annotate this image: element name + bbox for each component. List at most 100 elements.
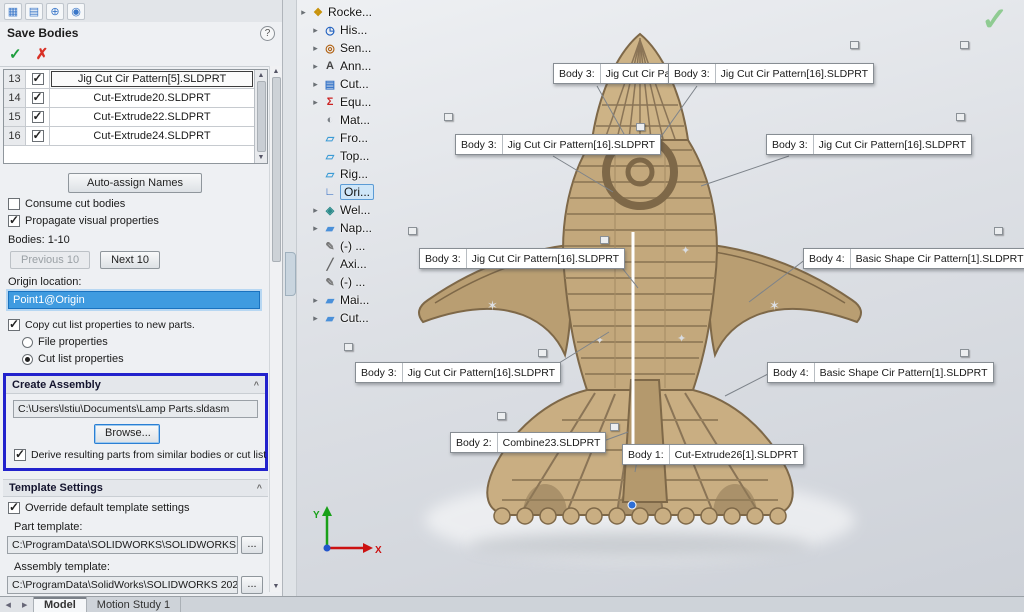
body-filename-cell[interactable]: Cut-Extrude24.SLDPRT <box>50 127 254 145</box>
previous-10-button[interactable]: Previous 10 <box>10 251 90 269</box>
callout-anchor-icon[interactable] <box>960 349 969 357</box>
file-properties-option[interactable]: File properties <box>22 336 262 348</box>
table-row: 14Cut-Extrude20.SLDPRT <box>4 89 254 108</box>
callout-filename[interactable]: Basic Shape Cir Pattern[1].SLDPRT <box>851 249 1024 268</box>
propagate-visual-option[interactable]: Propagate visual properties <box>8 215 262 227</box>
part-template-browse-button[interactable]: ... <box>241 536 263 554</box>
callout-filename[interactable]: Jig Cut Cir Patte <box>601 64 669 83</box>
callout-filename[interactable]: Jig Cut Cir Pattern[16].SLDPRT <box>716 64 873 83</box>
table-scrollbar[interactable]: ▲ ▼ <box>254 70 267 163</box>
scroll-right-icon[interactable]: ▶ <box>22 601 27 609</box>
next-10-button[interactable]: Next 10 <box>100 251 160 269</box>
callout-filename[interactable]: Jig Cut Cir Pattern[16].SLDPRT <box>467 249 624 268</box>
appearance-icon[interactable]: ◉ <box>67 3 85 20</box>
scroll-up-icon[interactable]: ▲ <box>273 68 280 75</box>
cancel-x-icon[interactable]: ✗ <box>36 45 49 63</box>
ok-check-icon[interactable]: ✓ <box>9 45 22 63</box>
body-filename-cell[interactable]: Cut-Extrude22.SLDPRT <box>50 108 254 126</box>
assembly-path-field[interactable]: C:\Users\lstiu\Documents\Lamp Parts.slda… <box>13 400 258 418</box>
callout-anchor-icon[interactable] <box>538 349 547 357</box>
copy-cutlist-checkbox[interactable] <box>8 319 20 331</box>
browse-button[interactable]: Browse... <box>94 424 160 444</box>
origin-location-field[interactable]: Point1@Origin <box>8 291 260 309</box>
body-callout[interactable]: Body 3:Jig Cut Cir Pattern[16].SLDPRT <box>419 248 625 269</box>
derive-parts-option[interactable]: Derive resulting parts from similar bodi… <box>14 449 257 461</box>
callout-anchor-icon[interactable] <box>956 113 965 121</box>
callout-filename[interactable]: Combine23.SLDPRT <box>498 433 606 452</box>
collapse-chevron-icon[interactable]: ^ <box>257 483 262 493</box>
display-pane-icon[interactable]: ▤ <box>25 3 43 20</box>
scroll-left-icon[interactable]: ◀ <box>6 601 11 609</box>
body-callout[interactable]: Body 3:Jig Cut Cir Pattern[16].SLDPRT <box>668 63 874 84</box>
create-assembly-header[interactable]: Create Assembly ^ <box>6 376 265 394</box>
scroll-down-icon[interactable]: ▼ <box>273 583 280 590</box>
callout-filename[interactable]: Jig Cut Cir Pattern[16].SLDPRT <box>503 135 660 154</box>
callout-anchor-icon[interactable] <box>850 41 859 49</box>
file-properties-radio[interactable] <box>22 337 33 348</box>
template-settings-header[interactable]: Template Settings ^ <box>3 479 268 497</box>
auto-assign-names-button[interactable]: Auto-assign Names <box>68 173 202 193</box>
body-callout[interactable]: Body 3:Jig Cut Cir Patte <box>553 63 669 84</box>
body-checkbox[interactable] <box>32 130 44 142</box>
callout-body-label: Body 3: <box>554 64 601 83</box>
cutlist-properties-radio[interactable] <box>22 354 33 365</box>
callout-anchor-icon[interactable] <box>610 423 619 431</box>
page-title: Save Bodies <box>7 26 78 40</box>
callout-anchor-icon[interactable] <box>636 123 645 131</box>
scroll-up-icon[interactable]: ▲ <box>258 72 265 79</box>
callout-filename[interactable]: Jig Cut Cir Pattern[16].SLDPRT <box>403 363 560 382</box>
callout-anchor-icon[interactable] <box>497 412 506 420</box>
callout-anchor-icon[interactable] <box>994 227 1003 235</box>
body-callout[interactable]: Body 3:Jig Cut Cir Pattern[16].SLDPRT <box>455 134 661 155</box>
assembly-template-browse-button[interactable]: ... <box>241 576 263 594</box>
callout-filename[interactable]: Cut-Extrude26[1].SLDPRT <box>670 445 804 464</box>
body-checkbox[interactable] <box>32 92 44 104</box>
scrollbar-thumb[interactable] <box>272 77 281 262</box>
body-callout[interactable]: Body 3:Jig Cut Cir Pattern[16].SLDPRT <box>766 134 972 155</box>
panel-scrollbar[interactable]: ▲ ▼ <box>269 66 282 592</box>
override-template-option[interactable]: Override default template settings <box>8 502 262 514</box>
callout-filename[interactable]: Jig Cut Cir Pattern[16].SLDPRT <box>814 135 971 154</box>
view-settings-icon[interactable]: ▦ <box>4 3 22 20</box>
callout-anchor-icon[interactable] <box>600 236 609 244</box>
body-callout[interactable]: Body 2:Combine23.SLDPRT <box>450 432 606 453</box>
hide-show-items-icon[interactable]: ⊕ <box>46 3 64 20</box>
copy-cutlist-option[interactable]: Copy cut list properties to new parts. <box>8 319 262 331</box>
consume-checkbox[interactable] <box>8 198 20 210</box>
callout-anchor-icon[interactable] <box>344 343 353 351</box>
part-template-field[interactable]: C:\ProgramData\SOLIDWORKS\SOLIDWORKS 2 <box>7 536 238 554</box>
scroll-down-icon[interactable]: ▼ <box>258 154 265 161</box>
tab-scroll-buttons[interactable]: ◀ ▶ <box>0 597 34 612</box>
panel-splitter[interactable] <box>283 0 297 596</box>
callout-anchor-icon[interactable] <box>444 113 453 121</box>
callout-anchor-icon[interactable] <box>408 227 417 235</box>
body-callout[interactable]: Body 1:Cut-Extrude26[1].SLDPRT <box>622 444 804 465</box>
callout-body-label: Body 3: <box>420 249 467 268</box>
graphics-viewport[interactable]: ✶ ✶ <box>297 0 1024 596</box>
confirmation-check-icon[interactable]: ✓ <box>981 0 1008 38</box>
callout-body-label: Body 3: <box>669 64 716 83</box>
body-filename-cell[interactable]: Cut-Extrude20.SLDPRT <box>50 89 254 107</box>
collapse-chevron-icon[interactable]: ^ <box>254 380 259 390</box>
splitter-grip[interactable] <box>285 252 296 296</box>
body-checkbox[interactable] <box>32 73 44 85</box>
callout-anchor-icon[interactable] <box>960 41 969 49</box>
cutlist-properties-option[interactable]: Cut list properties <box>22 353 262 365</box>
tab-model[interactable]: Model <box>34 597 87 612</box>
body-filename-cell[interactable]: Jig Cut Cir Pattern[5].SLDPRT <box>50 70 254 88</box>
callout-filename[interactable]: Basic Shape Cir Pattern[1].SLDPRT <box>815 363 993 382</box>
body-checkbox[interactable] <box>32 111 44 123</box>
body-callout[interactable]: Body 4:Basic Shape Cir Pattern[1].SLDPRT <box>803 248 1024 269</box>
scrollbar-thumb[interactable] <box>257 81 266 152</box>
row-check-cell <box>26 70 50 88</box>
derive-checkbox[interactable] <box>14 449 26 461</box>
propagate-checkbox[interactable] <box>8 215 20 227</box>
consume-cut-bodies-option[interactable]: Consume cut bodies <box>8 198 262 210</box>
tab-motion-study[interactable]: Motion Study 1 <box>87 597 181 612</box>
assembly-template-field[interactable]: C:\ProgramData\SolidWorks\SOLIDWORKS 202 <box>7 576 238 594</box>
property-manager-body: 13Jig Cut Cir Pattern[5].SLDPRT14Cut-Ext… <box>0 69 270 594</box>
body-callout[interactable]: Body 4:Basic Shape Cir Pattern[1].SLDPRT <box>767 362 994 383</box>
override-checkbox[interactable] <box>8 502 20 514</box>
body-callout[interactable]: Body 3:Jig Cut Cir Pattern[16].SLDPRT <box>355 362 561 383</box>
help-icon[interactable]: ? <box>260 26 275 41</box>
